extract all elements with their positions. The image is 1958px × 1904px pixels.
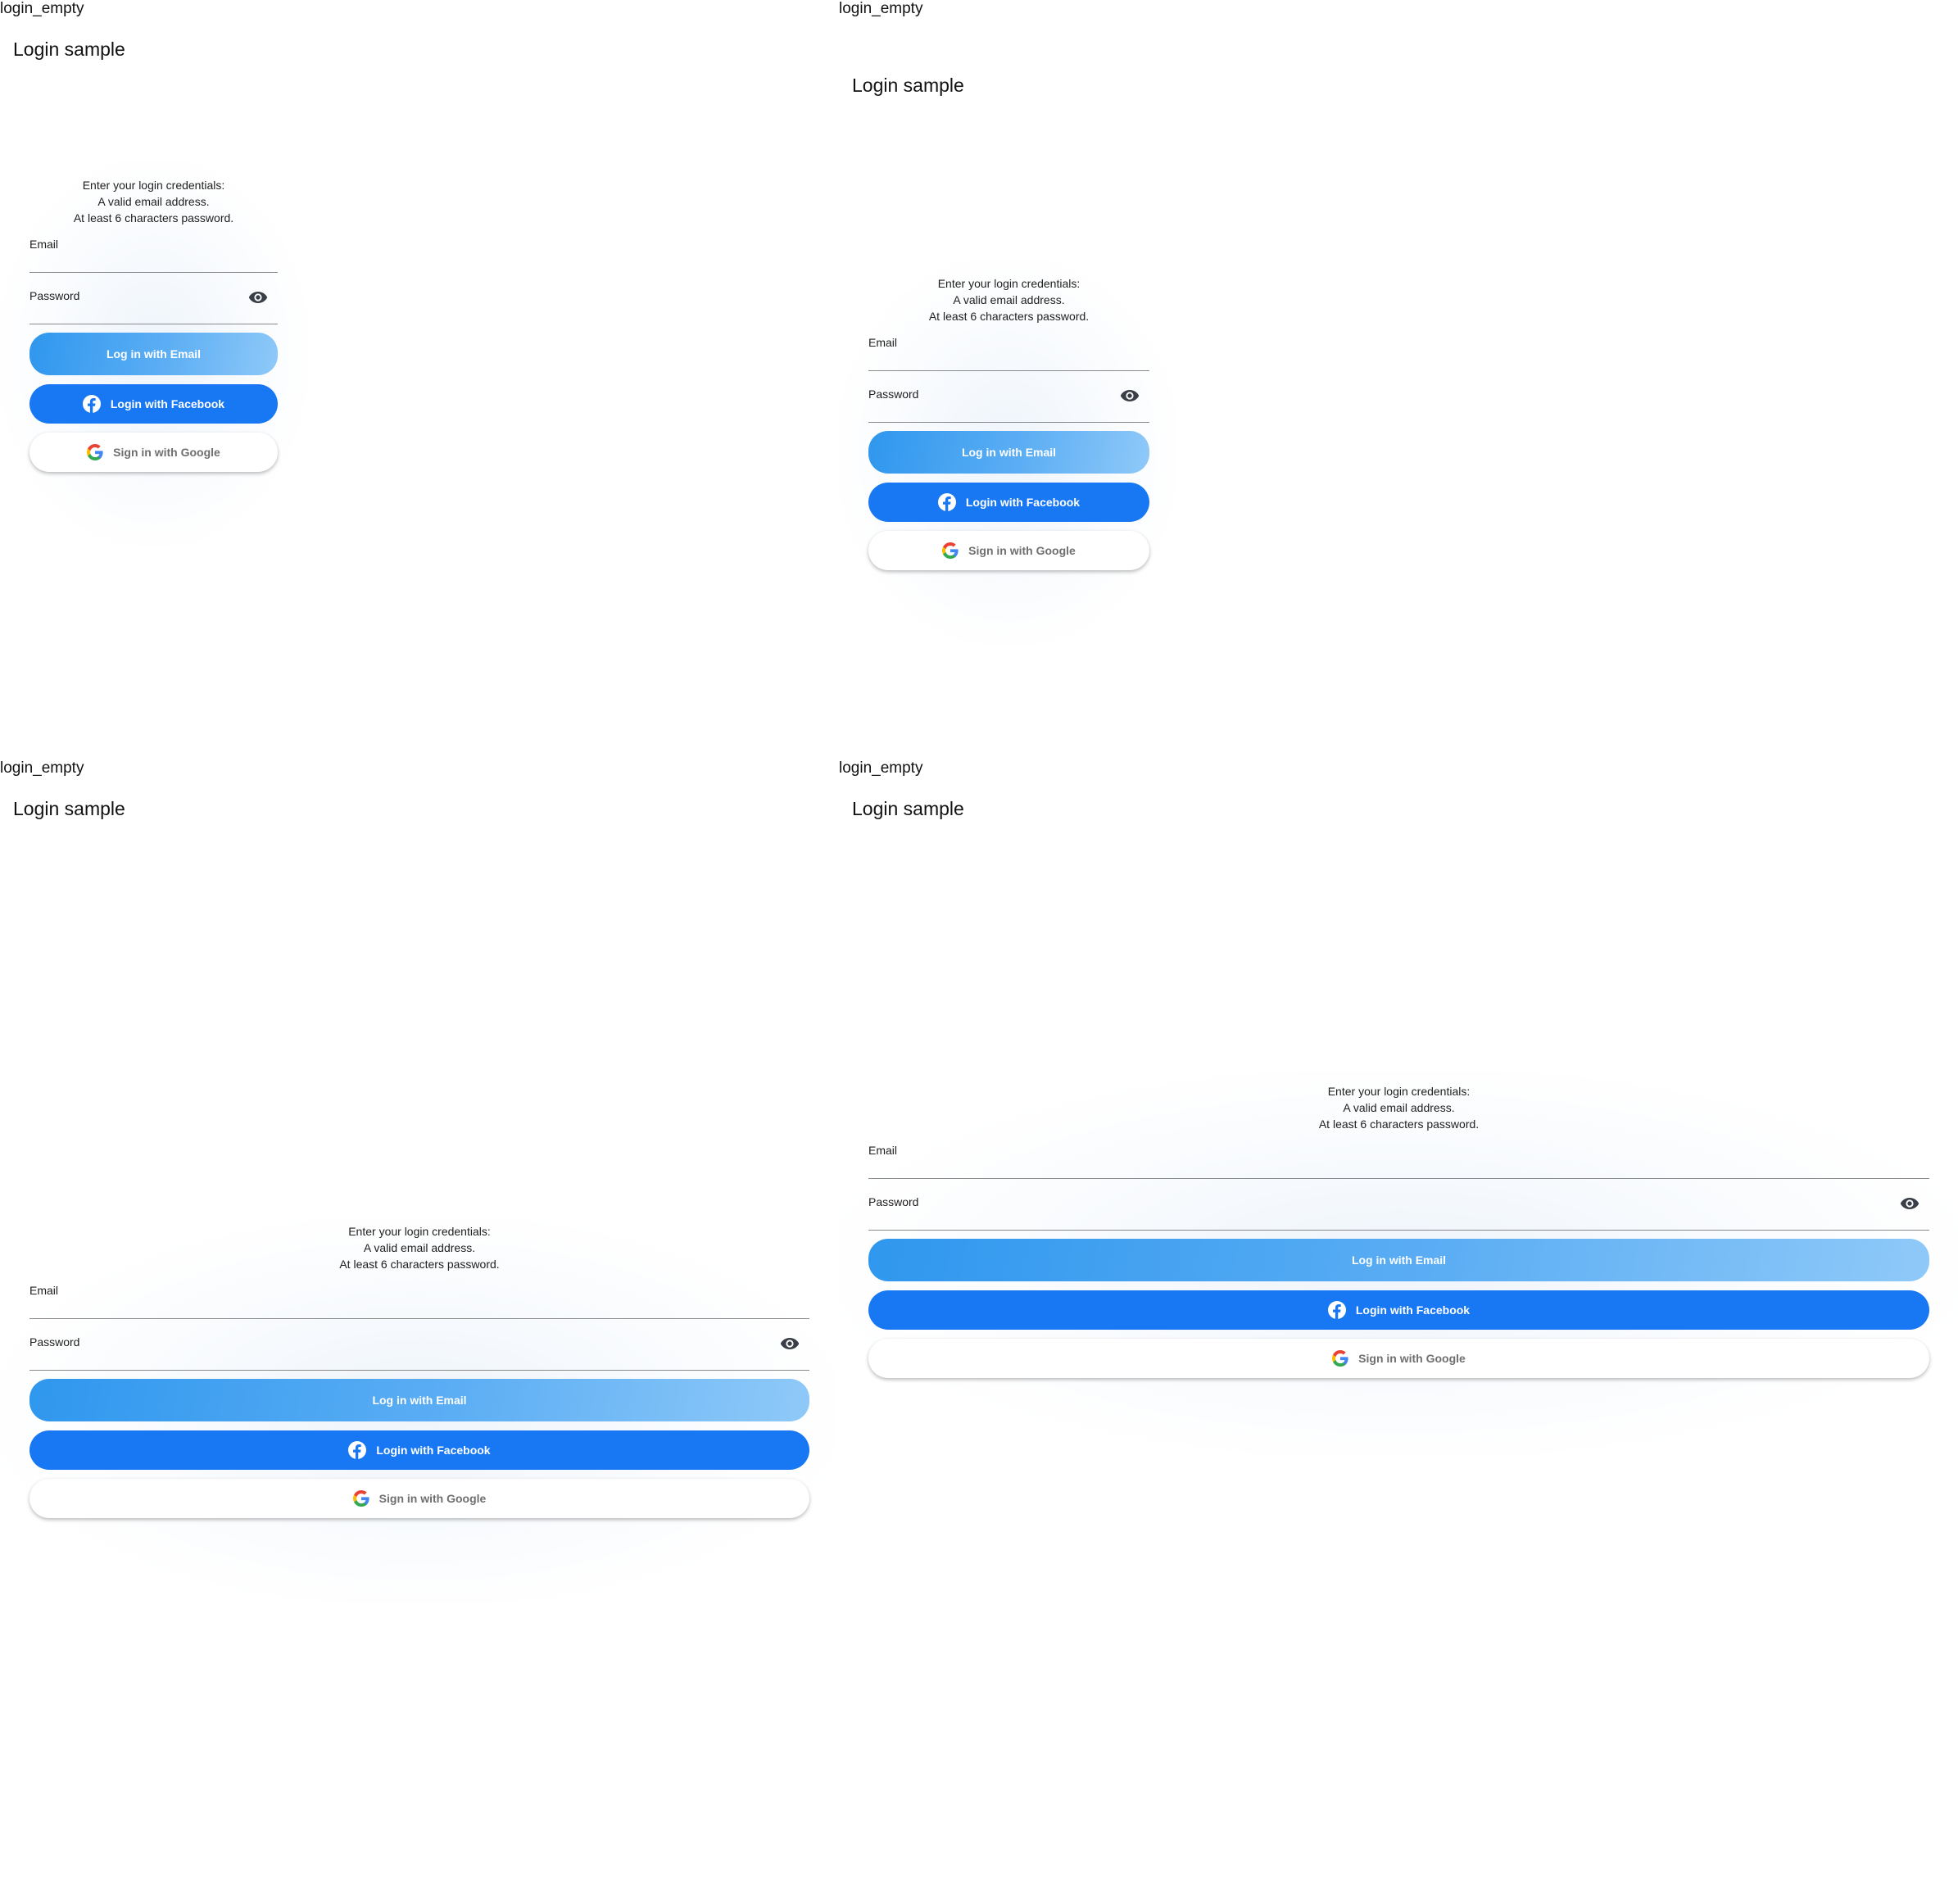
screen-panel-1: login_empty Login sample Enter your logi… bbox=[0, 0, 819, 737]
password-field[interactable]: Password bbox=[29, 286, 278, 324]
facebook-logo-icon bbox=[82, 395, 101, 413]
login-form: Enter your login credentials: A valid em… bbox=[868, 1083, 1929, 1378]
email-login-button[interactable]: Log in with Email bbox=[868, 1239, 1929, 1281]
credentials-hint: Enter your login credentials: A valid em… bbox=[1318, 1085, 1480, 1131]
email-input[interactable] bbox=[868, 349, 1117, 369]
password-label: Password bbox=[868, 388, 919, 401]
facebook-logo-icon bbox=[348, 1441, 367, 1459]
screen-panel-2: login_empty Login sample Enter your logi… bbox=[839, 0, 1958, 737]
email-login-button[interactable]: Log in with Email bbox=[29, 333, 278, 375]
credentials-hint: Enter your login credentials: A valid em… bbox=[73, 179, 234, 224]
screen-label: login_empty bbox=[839, 759, 923, 777]
google-signin-button[interactable]: Sign in with Google bbox=[29, 433, 278, 472]
email-field[interactable]: Email bbox=[29, 234, 278, 273]
email-label: Email bbox=[868, 336, 898, 349]
app-title: Login sample bbox=[852, 798, 964, 819]
email-login-button[interactable]: Log in with Email bbox=[29, 1379, 809, 1421]
email-label: Email bbox=[868, 1144, 898, 1157]
password-input[interactable] bbox=[868, 401, 1117, 420]
facebook-logo-icon bbox=[937, 493, 956, 511]
facebook-login-button[interactable]: Login with Facebook bbox=[29, 1430, 809, 1470]
google-signin-button[interactable]: Sign in with Google bbox=[868, 1339, 1929, 1378]
password-label: Password bbox=[29, 289, 80, 302]
email-label: Email bbox=[29, 238, 59, 251]
email-label: Email bbox=[29, 1284, 59, 1297]
email-field[interactable]: Email bbox=[29, 1281, 809, 1319]
eye-icon[interactable] bbox=[780, 1337, 800, 1350]
google-logo-icon bbox=[352, 1490, 369, 1507]
google-logo-icon bbox=[1332, 1350, 1348, 1367]
login-form: Enter your login credentials: A valid em… bbox=[29, 1223, 809, 1518]
email-login-button[interactable]: Log in with Email bbox=[868, 431, 1149, 474]
email-input[interactable] bbox=[29, 251, 245, 270]
facebook-login-button[interactable]: Login with Facebook bbox=[868, 1290, 1929, 1330]
app-title: Login sample bbox=[13, 798, 125, 819]
email-input[interactable] bbox=[29, 1297, 777, 1317]
google-signin-button[interactable]: Sign in with Google bbox=[29, 1479, 809, 1518]
password-label: Password bbox=[29, 1335, 80, 1349]
google-logo-icon bbox=[942, 542, 959, 559]
login-form: Enter your login credentials: A valid em… bbox=[868, 275, 1149, 570]
eye-icon[interactable] bbox=[248, 291, 268, 304]
email-input[interactable] bbox=[868, 1157, 1897, 1176]
google-logo-icon bbox=[87, 444, 103, 460]
screen-panel-4: login_empty Login sample Enter your logi… bbox=[839, 759, 1958, 1497]
screen-panel-3: login_empty Login sample Enter your logi… bbox=[0, 759, 836, 1603]
password-field[interactable]: Password bbox=[868, 384, 1149, 423]
facebook-login-button[interactable]: Login with Facebook bbox=[868, 483, 1149, 522]
screen-label: login_empty bbox=[839, 0, 923, 17]
screen-label: login_empty bbox=[0, 0, 84, 17]
login-form: Enter your login credentials: A valid em… bbox=[29, 177, 278, 472]
password-field[interactable]: Password bbox=[868, 1192, 1929, 1231]
password-input[interactable] bbox=[29, 1349, 777, 1368]
password-field[interactable]: Password bbox=[29, 1332, 809, 1371]
password-input[interactable] bbox=[29, 302, 245, 322]
app-title: Login sample bbox=[13, 39, 125, 60]
screen-label: login_empty bbox=[0, 759, 84, 777]
password-input[interactable] bbox=[868, 1208, 1897, 1228]
email-field[interactable]: Email bbox=[868, 333, 1149, 371]
app-title: Login sample bbox=[852, 75, 964, 96]
google-signin-button[interactable]: Sign in with Google bbox=[868, 531, 1149, 570]
facebook-login-button[interactable]: Login with Facebook bbox=[29, 384, 278, 424]
credentials-hint: Enter your login credentials: A valid em… bbox=[339, 1225, 500, 1271]
credentials-hint: Enter your login credentials: A valid em… bbox=[928, 277, 1090, 323]
eye-icon[interactable] bbox=[1120, 389, 1140, 402]
eye-icon[interactable] bbox=[1900, 1197, 1919, 1210]
email-field[interactable]: Email bbox=[868, 1140, 1929, 1179]
facebook-logo-icon bbox=[1327, 1301, 1346, 1319]
password-label: Password bbox=[868, 1195, 919, 1208]
